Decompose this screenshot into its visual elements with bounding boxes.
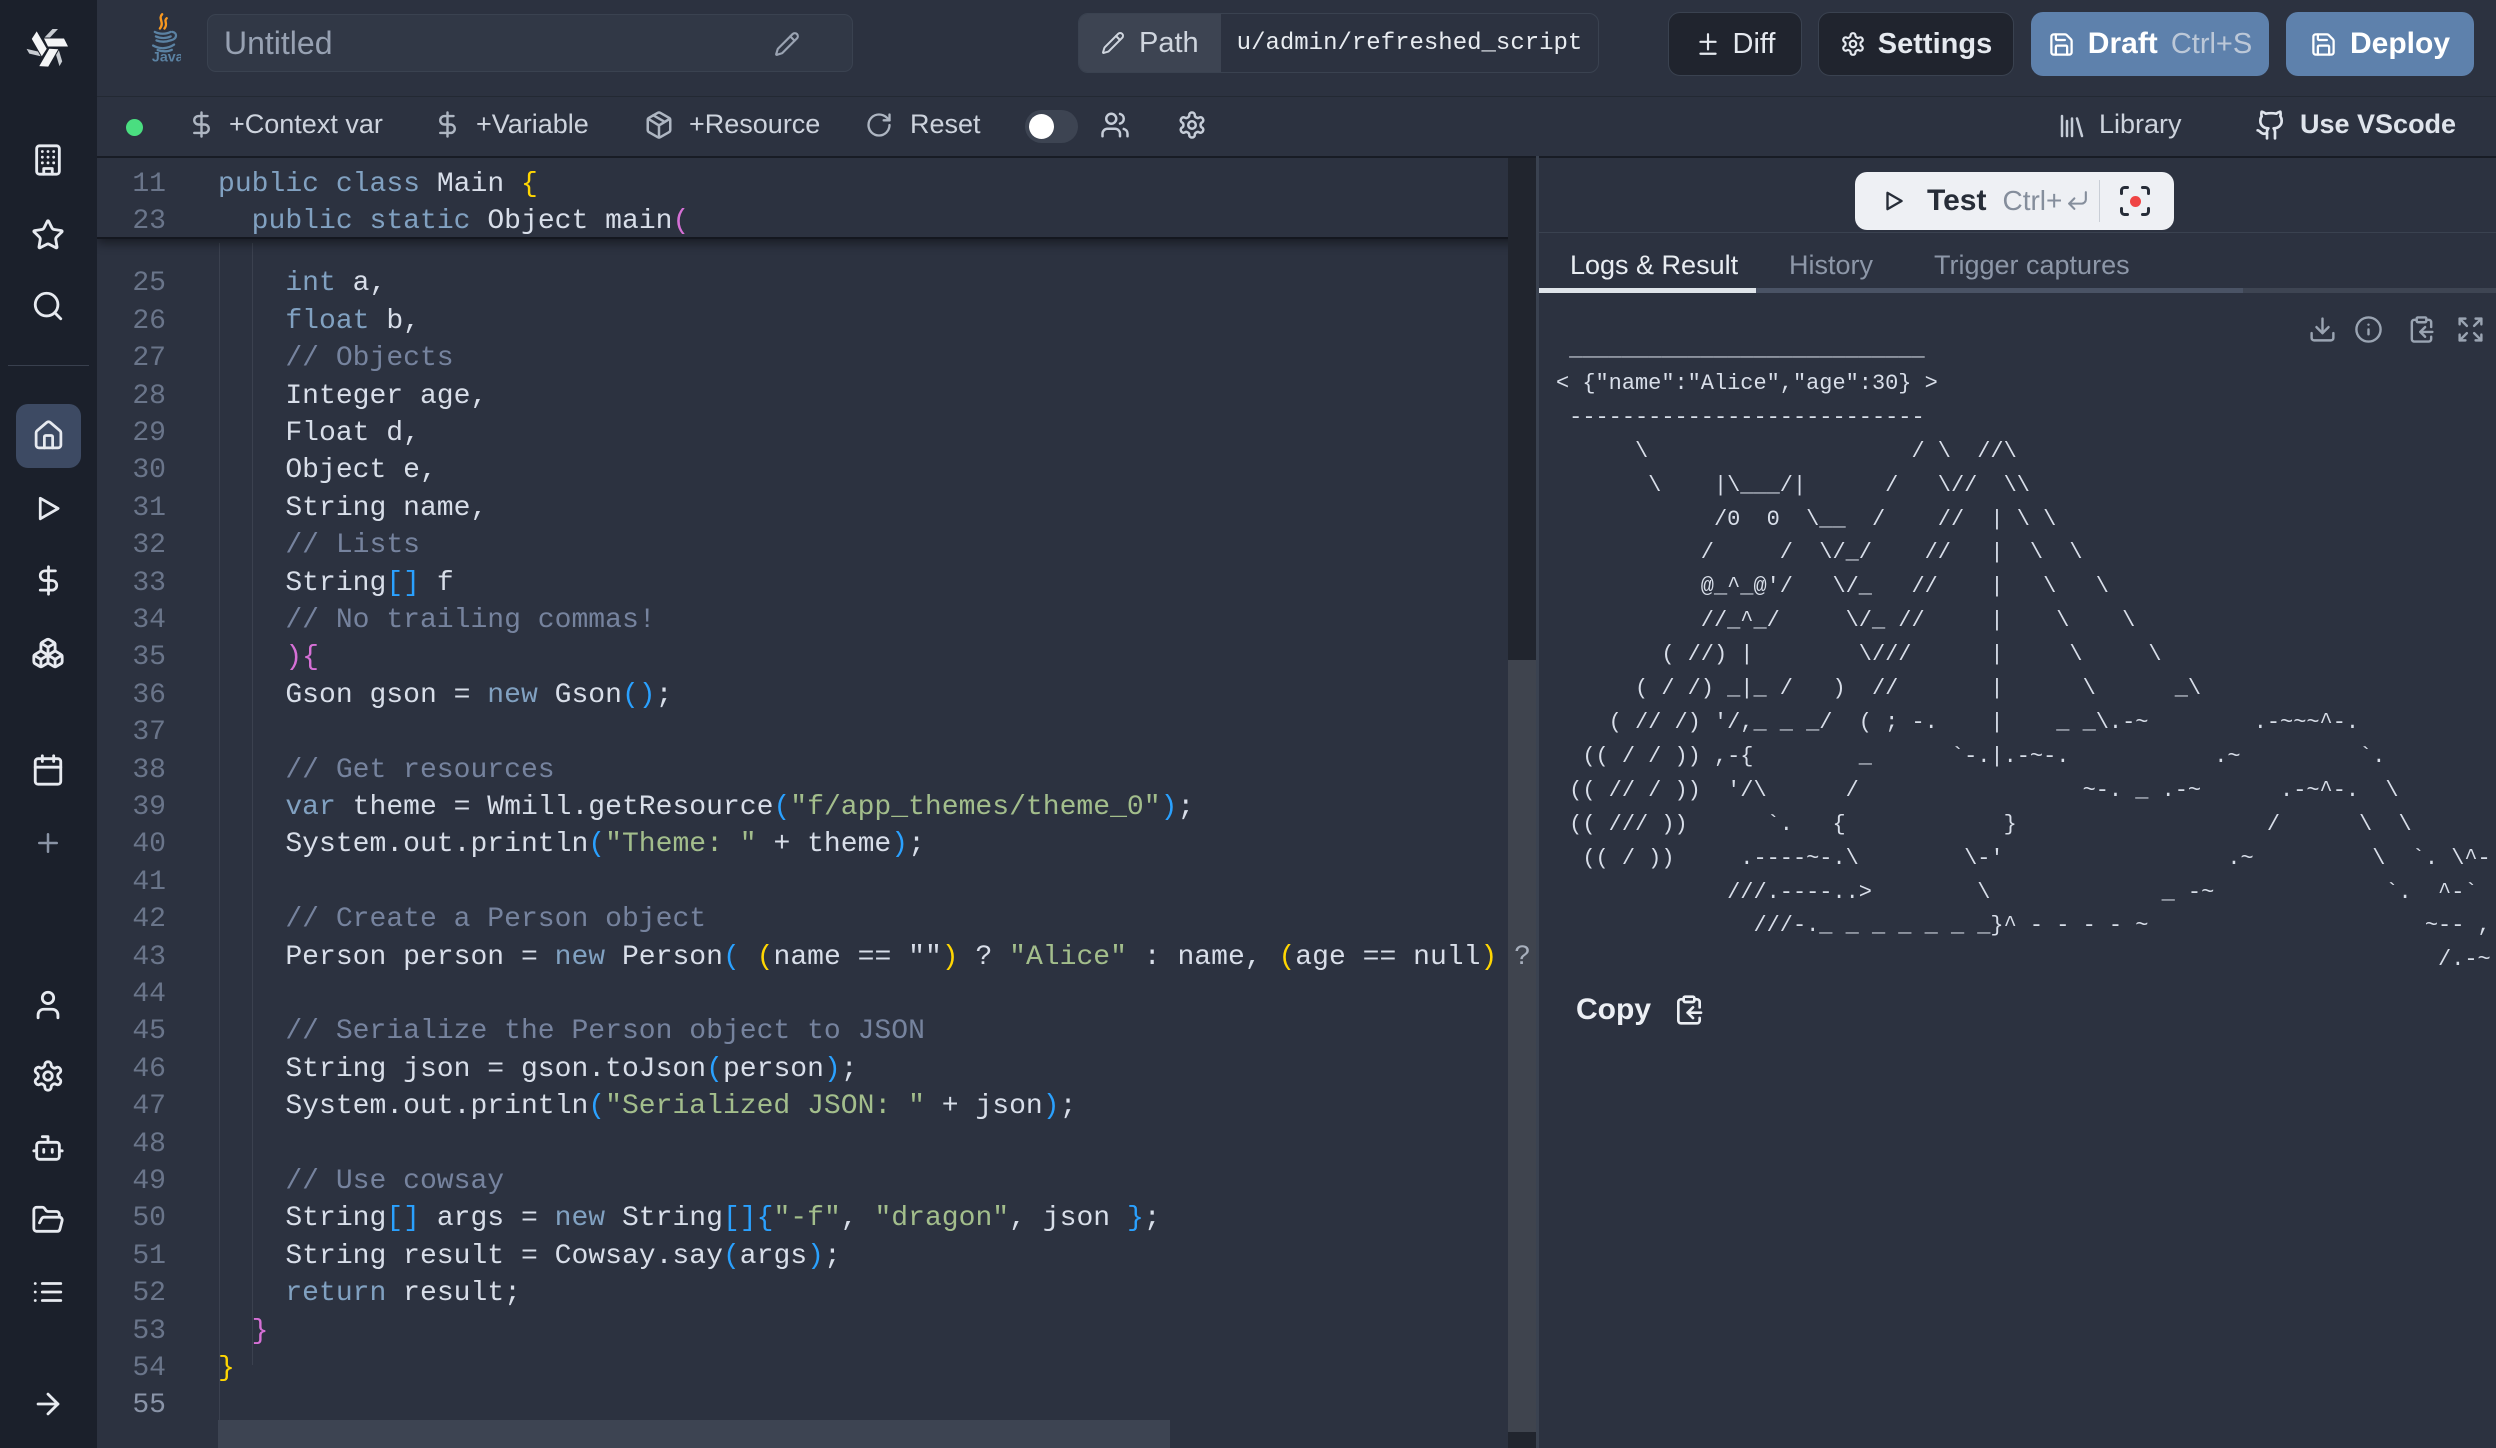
svg-text:Java: Java [152,49,181,62]
